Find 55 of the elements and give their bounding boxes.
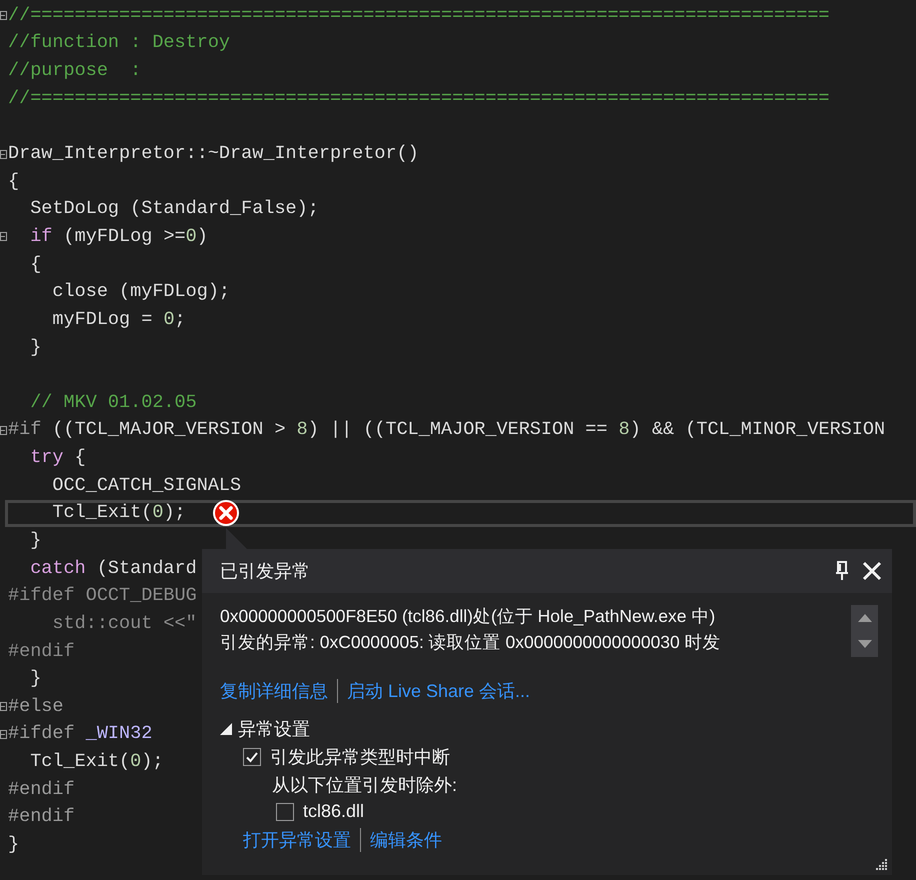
code-line: #endif [8,806,75,828]
code-line: } [29,336,42,358]
code-line: #ifdef _WIN32 [8,723,152,746]
checkbox[interactable] [243,748,261,766]
code-line: catch (Standard [29,558,197,580]
scroll-down-icon[interactable] [858,640,872,648]
link[interactable]: 启动 Live Share 会话... [347,679,530,703]
fold-icon[interactable] [0,426,7,435]
checkbox[interactable] [276,802,294,820]
code-line: SetDoLog (Standard_False); [29,198,319,220]
fold-icon[interactable] [0,702,7,712]
scroll-up-icon[interactable] [858,614,872,622]
fold-icon[interactable] [0,730,7,739]
code-line: } [29,668,42,690]
code-line: #ifdef OCCT_DEBUG [8,585,197,608]
exception-message: 引发的异常: 0xC0000005: 读取位置 0x0000000000000030 时发 [220,631,722,654]
except-label: 从以下位置引发时除外: [272,774,458,797]
code-line: #endif [8,778,75,801]
code-line: #if ((TCL_MAJOR_VERSION > 8) || ((TCL_MAJOR_VERSION == 8) && (TCL_MINOR_VERSION [8,419,886,442]
code-line: std::cout <<" [51,612,197,635]
close-icon[interactable] [862,561,882,581]
fold-icon[interactable] [0,11,7,20]
code-line: Tcl_Exit(0); [51,502,186,524]
section-label: 异常设置 [238,718,310,741]
popup-title: 已引发异常 [220,560,311,583]
expanded-triangle-icon[interactable] [220,723,232,735]
code-line: Draw_Interpretor::~Draw_Interpretor() [8,143,419,166]
checkbox-label: 引发此异常类型时中断 [270,746,450,769]
code-line: { [29,254,42,276]
code-line: Tcl_Exit(0); [29,751,164,774]
fold-icon[interactable] [0,232,7,242]
code-line: //function : Destroy [8,32,230,54]
code-line: //purpose : [8,60,142,82]
code-line: #endif [8,640,75,663]
code-line: } [8,834,20,856]
code-line: //======================================================================== [8,88,830,110]
exception-message: 0x00000000500F8E50 (tcl86.dll)处(位于 Hole_PathNew.exe 中) [220,605,716,628]
code-line: } [29,530,42,552]
code-line: close (myFDLog); [51,281,230,304]
checkbox-label: tcl86.dll [303,801,364,822]
code-line: myFDLog = 0; [51,308,186,331]
code-line: if (myFDLog >=0) [29,226,208,248]
code-line: #else [8,696,64,718]
fold-icon[interactable] [0,150,7,159]
scrollbar[interactable] [851,605,878,657]
link[interactable]: 打开异常设置 [243,828,351,852]
resize-grip-icon[interactable] [874,857,888,871]
code-line: try { [29,447,86,470]
code-line: OCC_CATCH_SIGNALS [51,474,242,497]
link[interactable]: 编辑条件 [370,828,442,852]
code-line: // MKV 01.02.05 [29,392,197,414]
pin-icon[interactable] [836,561,848,581]
code-line: { [8,170,20,193]
code-line: //======================================================================== [8,4,830,27]
link[interactable]: 复制详细信息 [220,679,328,703]
